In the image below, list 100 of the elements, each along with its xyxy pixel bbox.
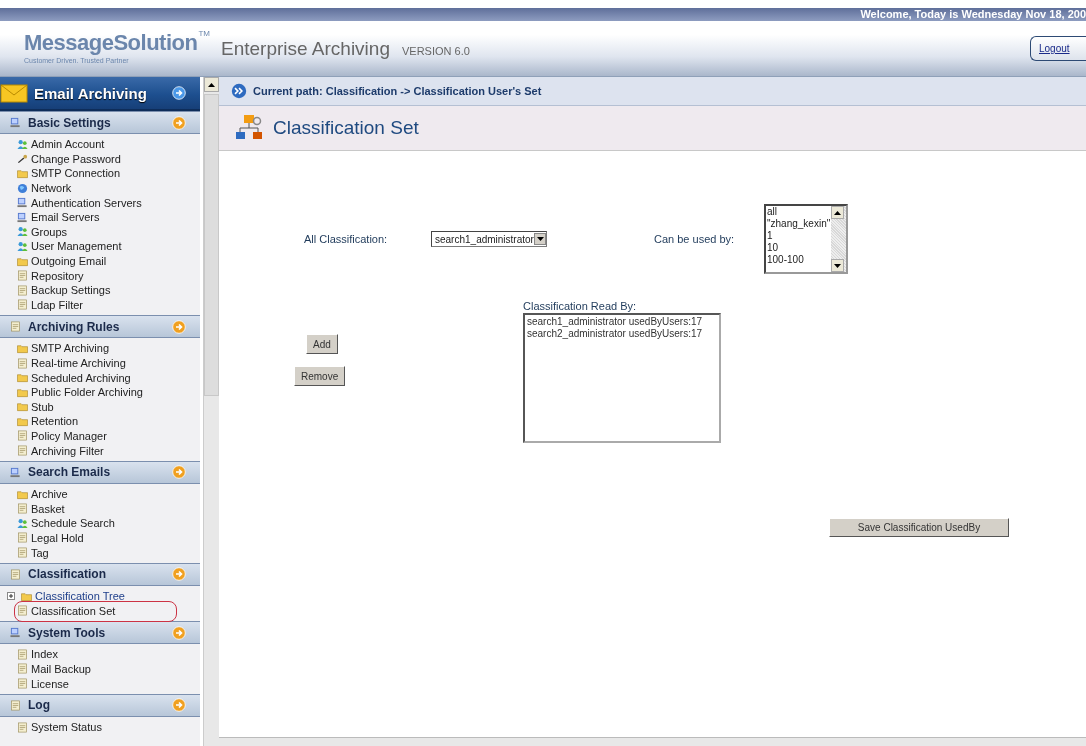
computer-icon [10, 117, 21, 128]
sidebar-item[interactable]: Index [31, 648, 58, 661]
caret-icon[interactable] [208, 82, 215, 87]
document-icon [17, 299, 28, 311]
folder-icon [17, 386, 28, 398]
sidebar-item[interactable]: System Status [31, 721, 102, 734]
field-label: Classification Read By: [523, 300, 638, 313]
page-title: Classification Set [273, 117, 419, 139]
section-header[interactable]: System Tools [0, 621, 200, 645]
section-header[interactable]: Basic Settings [0, 111, 200, 134]
trademark-text: TM [198, 28, 210, 38]
add-button[interactable]: Add [306, 334, 338, 354]
scrollbar[interactable] [219, 737, 1086, 746]
folder-icon [17, 255, 28, 267]
sidebar-item[interactable]: Groups [31, 225, 68, 238]
network-icon [235, 114, 263, 142]
document-icon [17, 503, 28, 515]
sidebar-item[interactable]: Classification Tree [35, 590, 125, 603]
sidebar-item[interactable]: Policy Manager [31, 430, 107, 442]
folder-icon [17, 488, 28, 500]
sidebar-item[interactable]: Email Servers [31, 211, 100, 224]
logout-button[interactable]: Logout [1030, 36, 1086, 61]
classification-dropdown[interactable]: search1_administrator [431, 231, 547, 247]
people-icon [17, 226, 28, 238]
save-button[interactable]: Save Classification UsedBy [829, 518, 1009, 537]
sidebar-item[interactable]: Real-time Archiving [31, 357, 126, 369]
document-icon [10, 321, 21, 333]
sidebar-item[interactable]: Stub [31, 400, 54, 413]
sidebar-item[interactable]: Outgoing Email [31, 255, 107, 268]
sidebar-item[interactable]: Classification Set [31, 604, 116, 617]
people-icon [17, 517, 28, 529]
sidebar-item[interactable]: Authentication Servers [31, 196, 142, 209]
sidebar-item[interactable]: Change Password [31, 152, 121, 165]
folder-icon [17, 415, 28, 427]
logo-text: MessageSolution [24, 28, 198, 57]
computer-icon [17, 197, 28, 209]
sidebar-item[interactable]: Scheduled Archiving [31, 371, 131, 384]
field-label: Can be used by: [654, 233, 736, 245]
version-text: VERSION 6.0 [401, 45, 470, 57]
folder-icon [21, 590, 32, 602]
people-icon [17, 138, 28, 150]
computer-icon [10, 627, 21, 639]
globe-icon [17, 182, 28, 194]
section-header[interactable]: Log [0, 693, 200, 717]
document-icon [17, 284, 28, 296]
scrollbar[interactable] [203, 77, 219, 746]
sidebar-item[interactable]: SMTP Connection [31, 167, 121, 180]
document-icon [17, 532, 28, 544]
document-icon [17, 721, 28, 733]
sidebar-item[interactable]: Archiving Filter [31, 444, 104, 457]
sidebar-item[interactable]: Retention [31, 415, 79, 428]
document-icon [17, 430, 28, 442]
sidebar-item[interactable]: SMTP Archiving [31, 342, 110, 355]
sidebar-item[interactable]: Legal Hold [31, 531, 84, 544]
document-icon [17, 270, 28, 282]
folder-icon [17, 168, 28, 179]
sidebar-item[interactable]: Ldap Filter [31, 298, 83, 311]
caret-icon[interactable] [834, 263, 841, 268]
document-icon [10, 568, 21, 580]
sidebar-item[interactable]: Archive [31, 488, 68, 501]
section-header[interactable]: Classification [0, 562, 200, 586]
caret-icon[interactable] [834, 210, 841, 215]
caret-icon [536, 237, 544, 241]
people-icon [17, 240, 28, 252]
arrow-icon[interactable] [172, 86, 186, 100]
sidebar-item[interactable]: Admin Account [31, 138, 105, 151]
sidebar-item[interactable]: Basket [31, 502, 65, 515]
document-icon [17, 357, 28, 369]
plus-icon[interactable] [7, 592, 15, 601]
section-header[interactable]: Archiving Rules [0, 315, 200, 339]
document-icon [17, 663, 28, 675]
sidebar-item[interactable]: Mail Backup [31, 662, 91, 675]
document-icon [10, 699, 21, 711]
remove-button[interactable]: Remove [294, 366, 346, 386]
sidebar-item[interactable]: License [31, 677, 69, 690]
document-icon [17, 678, 28, 689]
sidebar-item[interactable]: Network [31, 182, 72, 195]
sidebar-item[interactable]: Tag [31, 546, 49, 559]
welcome-text: Welcome, Today is Wednesday Nov 18, 200 [860, 8, 1086, 21]
field-label: All Classification: [304, 233, 389, 245]
sidebar-header[interactable]: Email Archiving [0, 77, 200, 111]
computer-icon [10, 466, 21, 478]
computer-icon [17, 211, 28, 223]
sidebar-item[interactable]: Repository [31, 269, 84, 282]
document-icon [17, 648, 28, 660]
folder-icon [17, 372, 28, 384]
sidebar-item[interactable]: User Management [31, 240, 122, 253]
read-by-listbox[interactable]: search1_administrator usedByUsers:17 search2_administrator usedByUsers:17 [523, 313, 721, 443]
document-icon [17, 547, 28, 559]
section-header[interactable]: Search Emails [0, 460, 200, 484]
breadcrumb-text: Current path: Classification -> Classification User's Set [253, 85, 542, 97]
users-listbox[interactable]: all "zhang_kexin" 1 10 100-100 [764, 204, 848, 274]
envelope-icon [0, 83, 28, 103]
document-icon [17, 605, 28, 617]
document-icon [17, 445, 28, 457]
folder-icon [17, 401, 28, 413]
sidebar-item[interactable]: Schedule Search [31, 517, 115, 530]
folder-icon [17, 342, 28, 354]
sidebar-item[interactable]: Backup Settings [31, 284, 111, 297]
sidebar-item[interactable]: Public Folder Archiving [31, 386, 143, 399]
